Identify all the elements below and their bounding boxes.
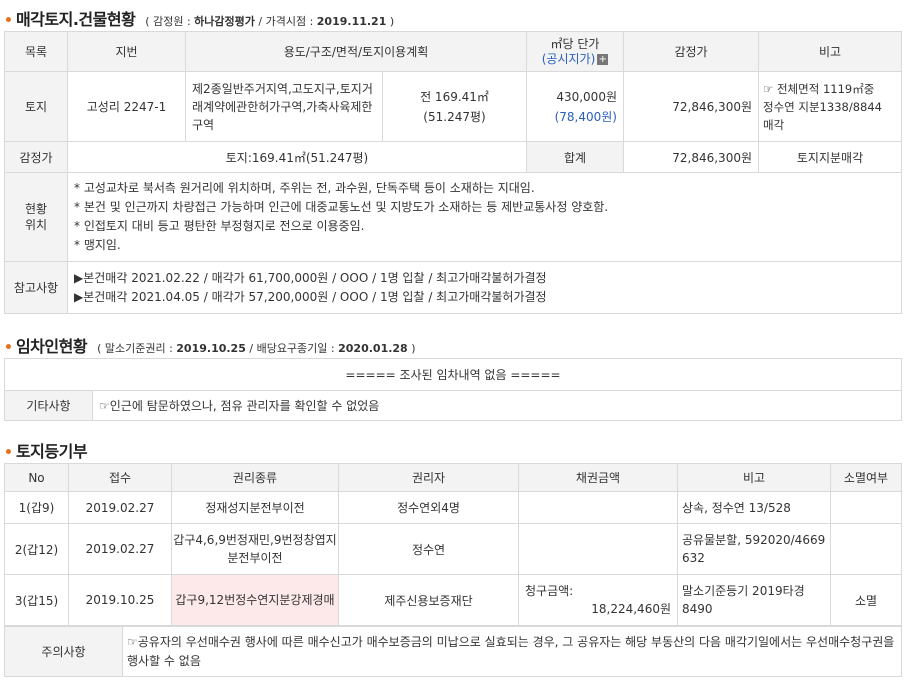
- header-use: 용도/구조/면적/토지이용계획: [185, 31, 527, 72]
- header-lot: 지번: [67, 31, 186, 72]
- table-row: 3(갑15) 2019.10.25 갑구9,12번정수연지분강제경매 제주신용보…: [4, 574, 902, 626]
- row-kind: 정재성지분전부이전: [171, 491, 339, 524]
- header-no: No: [4, 463, 69, 492]
- bullet-icon: •: [4, 13, 13, 29]
- section-title-property: • 매각토지.건물현황 ( 감정원 : 하나감정평가 / 가격시점 : 2019…: [4, 6, 394, 30]
- header-extinct: 소멸여부: [830, 463, 902, 492]
- row-holder: 정수연외4명: [338, 491, 519, 524]
- section-title-text: 토지등기부: [15, 442, 88, 461]
- row-kind: 갑구9,12번정수연지분강제경매: [171, 574, 339, 626]
- land-appraisal: 72,846,300원: [623, 71, 759, 142]
- row-extinct: 소멸: [830, 574, 902, 626]
- table-row: 2(갑12) 2019.02.27 갑구4,6,9번정재민,9번정창엽지분전부이…: [4, 523, 902, 575]
- row-no: 3(갑15): [4, 574, 69, 626]
- header-appraisal: 감정가: [623, 31, 759, 72]
- location-line: * 맹지임.: [74, 238, 121, 252]
- header-unit-price: ㎡당 단가 (공시지가) +: [526, 31, 624, 72]
- location-line: * 인접토지 대비 등고 평탄한 부정형지로 전으로 이용중임.: [74, 219, 365, 233]
- header-date: 접수: [68, 463, 172, 492]
- summary-label: 감정가: [4, 141, 68, 173]
- header-holder: 권리자: [338, 463, 519, 492]
- row-kind: 갑구4,6,9번정재민,9번정창엽지분전부이전: [171, 523, 339, 575]
- summary-land: 토지:169.41㎡(51.247평): [67, 141, 527, 173]
- bullet-icon: •: [4, 445, 13, 461]
- section-subtitle: ( 말소기준권리 : 2019.10.25 / 배당요구종기일 : 2020.0…: [97, 342, 416, 355]
- caution-table: 주의사항 ☞공유자의 우선매수권 행사에 따른 매수신고가 매수보증금의 미납으…: [4, 626, 902, 677]
- row-no: 1(갑9): [4, 491, 69, 524]
- header-amount: 채권금액: [518, 463, 678, 492]
- row-no: 2(갑12): [4, 523, 69, 575]
- row-amount: [518, 491, 678, 524]
- caution-text: ☞공유자의 우선매수권 행사에 따른 매수신고가 매수보증금의 미납으로 실효되…: [122, 626, 902, 677]
- caution-label: 주의사항: [4, 626, 123, 677]
- header-kind: 권리종류: [171, 463, 339, 492]
- land-unit-price: 430,000원 (78,400원): [526, 71, 624, 142]
- amount-value: 18,224,460원: [591, 602, 671, 616]
- row-date: 2019.02.27: [68, 491, 172, 524]
- land-area: 전 169.41㎡ (51.247평): [382, 71, 527, 142]
- section-title-tenant: • 임차인현황 ( 말소기준권리 : 2019.10.25 / 배당요구종기일 …: [4, 333, 416, 357]
- official-price-link[interactable]: (공시지가): [542, 52, 596, 66]
- row-extinct: [830, 491, 902, 524]
- row-note: 말소기준등기 2019타경8490: [677, 574, 831, 626]
- location-line: * 본건 및 인근까지 차량접근 가능하며 인근에 대중교통노선 및 지방도가 …: [74, 200, 609, 214]
- land-label: 토지: [4, 71, 68, 142]
- land-use: 제2종일반주거지역,고도지구,토지거래계약에관한허가구역,가축사육제한구역: [185, 71, 383, 142]
- etc-label: 기타사항: [4, 390, 93, 421]
- section-title-text: 임차인현황: [15, 337, 88, 356]
- reference-line: ▶본건매각 2021.02.22 / 매각가 61,700,000원 / OOO…: [74, 270, 547, 285]
- section-title-text: 매각토지.건물현황: [15, 10, 136, 29]
- location-text: * 고성교차로 북서측 원거리에 위치하며, 주위는 전, 과수원, 단독주택 …: [67, 172, 902, 262]
- row-date: 2019.02.27: [68, 523, 172, 575]
- section-subtitle: ( 감정원 : 하나감정평가 / 가격시점 : 2019.11.21 ): [145, 15, 395, 28]
- row-note: 공유물분할, 592020/4669632: [677, 523, 831, 575]
- row-amount: 청구금액: 18,224,460원: [518, 574, 678, 626]
- header-list: 목록: [4, 31, 68, 72]
- no-tenant-text: ===== 조사된 임차내역 없음 =====: [3, 358, 903, 391]
- location-label: 현황 위치: [4, 172, 68, 262]
- header-note: 비고: [758, 31, 902, 72]
- property-table: 목록 지번 용도/구조/면적/토지이용계획 ㎡당 단가 (공시지가) + 감정가 …: [4, 31, 902, 314]
- table-row: 1(갑9) 2019.02.27 정재성지분전부이전 정수연외4명 상속, 정수…: [4, 491, 902, 524]
- plus-icon[interactable]: +: [597, 53, 609, 65]
- row-holder: 정수연: [338, 523, 519, 575]
- summary-total-label: 합계: [526, 141, 624, 173]
- summary-total: 72,846,300원: [623, 141, 759, 173]
- section-title-registry: • 토지등기부: [4, 438, 88, 462]
- land-note: ☞ 전체면적 1119㎡중 정수연 지분1338/8844 매각: [758, 71, 902, 142]
- registry-table: No 접수 권리종류 권리자 채권금액 비고 소멸여부 1(갑9) 2019.0…: [4, 463, 902, 626]
- row-note: 상속, 정수연 13/528: [677, 491, 831, 524]
- etc-text: ☞인근에 탐문하였으나, 점유 관리자를 확인할 수 없었음: [91, 390, 903, 421]
- reference-label: 참고사항: [4, 261, 68, 314]
- summary-note: 토지지분매각: [758, 141, 902, 173]
- row-date: 2019.10.25: [68, 574, 172, 626]
- reference-line: ▶본건매각 2021.04.05 / 매각가 57,200,000원 / OOO…: [74, 289, 547, 304]
- tenant-table: ===== 조사된 임차내역 없음 ===== 기타사항 ☞인근에 탐문하였으나…: [3, 358, 903, 421]
- bullet-icon: •: [4, 340, 13, 356]
- header-note: 비고: [677, 463, 831, 492]
- row-amount: [518, 523, 678, 575]
- amount-label: 청구금액:: [525, 584, 574, 598]
- row-holder: 제주신용보증재단: [338, 574, 519, 626]
- land-lot: 고성리 2247-1: [67, 71, 186, 142]
- location-line: * 고성교차로 북서측 원거리에 위치하며, 주위는 전, 과수원, 단독주택 …: [74, 181, 535, 195]
- row-extinct: [830, 523, 902, 575]
- reference-text: ▶본건매각 2021.02.22 / 매각가 61,700,000원 / OOO…: [67, 261, 902, 314]
